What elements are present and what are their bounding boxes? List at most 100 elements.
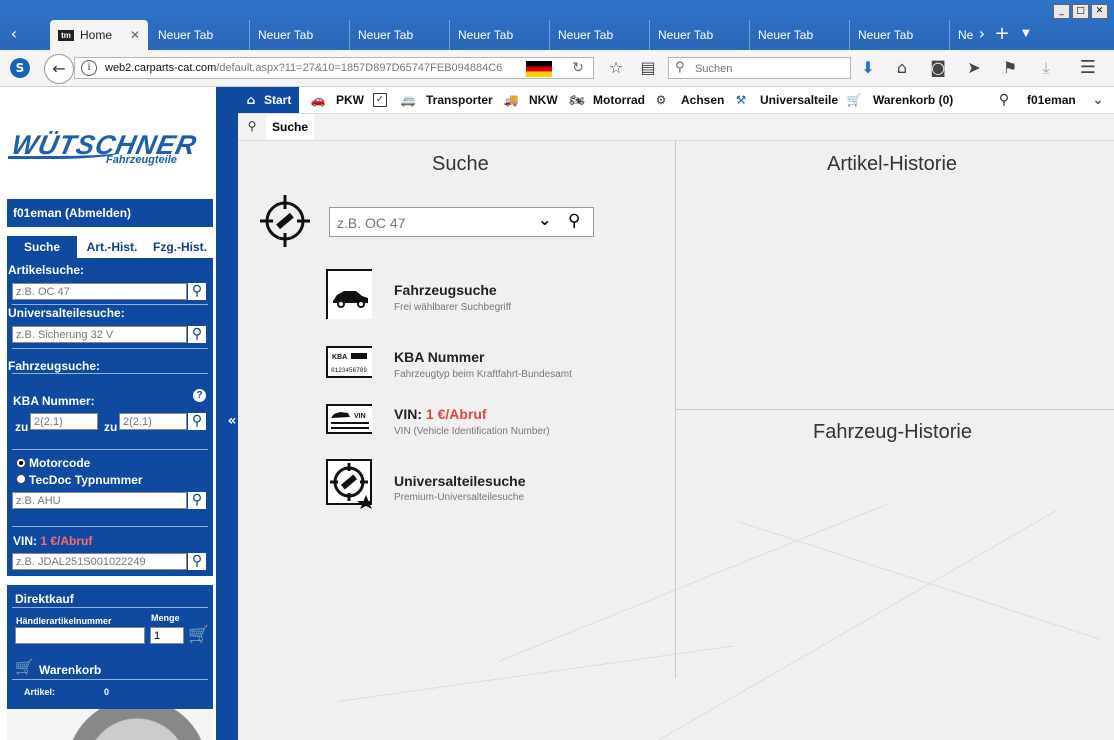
chevron-down-icon[interactable]: ⌄ (538, 210, 551, 229)
maximize-button[interactable]: □ (1072, 4, 1089, 19)
kba-nummer-title[interactable]: KBA Nummer (394, 349, 485, 365)
tab-neuer-tab[interactable]: Neuer Tab (250, 20, 350, 50)
separator (12, 526, 208, 527)
browser-search-input[interactable] (693, 59, 847, 79)
tab-label: Neuer Tab (658, 28, 714, 42)
vin-search-icon[interactable]: ⚲ (188, 553, 206, 570)
artikelsuche-search-icon[interactable]: ⚲ (188, 283, 206, 300)
sync-s-icon[interactable]: S (10, 58, 30, 78)
sub-tab-suche[interactable]: Suche (266, 114, 315, 140)
minimize-button[interactable]: _ (1053, 4, 1070, 19)
main-search-box[interactable]: ⌄ ⚲ (329, 207, 594, 237)
url-bar[interactable]: i web2.carparts-cat.com/default.aspx?11=… (74, 57, 594, 79)
separator (12, 449, 208, 450)
user-icon: ⚲ (998, 92, 1010, 108)
sidebar-tab-art-hist[interactable]: Art.-Hist. (79, 236, 145, 258)
motorcode-label: Motorcode (29, 456, 91, 470)
menu-transporter[interactable]: Transporter (426, 87, 493, 113)
help-icon[interactable]: ? (193, 389, 206, 402)
download-icon[interactable]: ⬇ (856, 56, 880, 80)
reader-icon[interactable]: ▤ (636, 56, 660, 80)
tab-scroll-left-icon[interactable]: ‹ (2, 18, 26, 50)
home-icon[interactable]: ⌂ (890, 56, 914, 80)
menu-nkw[interactable]: NKW (529, 87, 558, 113)
menu-start-label: Start (264, 93, 292, 107)
url-host: web2.carparts-cat.com (105, 62, 217, 74)
universalteilesuche-title[interactable]: Universalteilesuche (394, 473, 526, 489)
downloads-icon[interactable]: ⤓ (1034, 56, 1058, 80)
sidebar-tab-fzg-hist[interactable]: Fzg.-Hist. (147, 236, 213, 258)
logout-link[interactable]: (Abmelden) (65, 206, 131, 220)
vin-input[interactable] (12, 553, 187, 570)
tab-neuer-tab[interactable]: Neuer Tab (550, 20, 650, 50)
chevron-down-icon[interactable]: ⌄ (1090, 92, 1106, 108)
tab-neuer-tab[interactable]: Neuer Tab (650, 20, 750, 50)
kba-number-icon[interactable]: KBA 0123456789 (326, 345, 372, 395)
menu-warenkorb[interactable]: Warenkorb (0) (873, 87, 953, 113)
menu-icon[interactable]: ☰ (1076, 56, 1100, 80)
browser-search-bar[interactable]: ⚲ (668, 57, 851, 79)
haendlerartikelnummer-input[interactable] (15, 627, 145, 644)
universal-parts-icon: ⚒ (735, 93, 747, 107)
tab-list-dropdown-icon[interactable]: ▼ (1014, 18, 1038, 50)
browser-titlebar: _ □ ✕ ‹ tm Home ✕ Neuer Tab Neuer Tab Neu… (0, 0, 1114, 50)
kba-icon-digits: 0123456789 (331, 367, 367, 374)
back-icon[interactable]: ← (44, 54, 74, 84)
bg-line (737, 521, 1100, 640)
tab-neuer-tab[interactable]: Neuer Tab (750, 20, 850, 50)
universal-parts-search-icon[interactable] (326, 459, 372, 509)
menu-motorrad[interactable]: Motorrad (593, 87, 645, 113)
sidebar-tab-suche[interactable]: Suche (7, 236, 77, 258)
send-icon[interactable]: ➤ (962, 56, 986, 80)
new-tab-icon[interactable]: + (990, 18, 1014, 50)
vin-subtitle: VIN (Vehicle Identification Number) (394, 426, 550, 437)
flag-icon[interactable]: ⚑ (998, 56, 1022, 80)
main-search-input[interactable] (335, 212, 539, 234)
menu-pkw[interactable]: PKW (336, 87, 364, 113)
menu-start[interactable]: ⌂ Start (238, 87, 300, 113)
artikelsuche-input[interactable] (12, 283, 187, 300)
sidebar-tabs: Suche Art.-Hist. Fzg.-Hist. (7, 236, 213, 258)
car-search-icon[interactable] (326, 269, 372, 319)
tab-neuer-tab[interactable]: Neuer Tab (450, 20, 550, 50)
sidebar-search-panel: Artikelsuche: ⚲ Universalteilesuche: ⚲ F… (7, 258, 213, 576)
motorcode-search-icon[interactable]: ⚲ (188, 492, 206, 509)
url-text[interactable]: web2.carparts-cat.com/default.aspx?11=27… (105, 58, 575, 78)
kba-icon-text: KBA (332, 354, 347, 361)
kba-input-1[interactable] (30, 413, 98, 430)
motorcode-input[interactable] (12, 492, 187, 509)
universalteilesuche-search-icon[interactable]: ⚲ (188, 326, 206, 343)
universalteilesuche-input[interactable] (12, 326, 187, 343)
bg-line (497, 503, 888, 662)
menu-achsen[interactable]: Achsen (681, 87, 724, 113)
tab-neuer-tab[interactable]: Neuer Tab (350, 20, 450, 50)
suche-heading: Suche (432, 153, 489, 175)
tab-label: Neuer Tab (358, 28, 414, 42)
menu-user[interactable]: f01eman (1027, 87, 1076, 113)
reload-icon[interactable]: ↻ (568, 57, 588, 79)
radio-motorcode[interactable] (16, 458, 26, 468)
kba-label: KBA Nummer: (13, 394, 95, 408)
star-icon[interactable]: ☆ (604, 56, 628, 80)
add-to-cart-icon[interactable]: 🛒 (188, 625, 209, 645)
pocket-icon[interactable]: ◙ (926, 56, 950, 80)
search-icon[interactable]: ⚲ (568, 211, 580, 231)
tab-label: Neuer Tab (258, 28, 314, 42)
menu-universalteile[interactable]: Universalteile (760, 87, 838, 113)
vin-title[interactable]: VIN: 1 €/Abruf (394, 406, 487, 422)
tab-neuer-tab[interactable]: Neuer Tab (850, 20, 950, 50)
kba-input-2[interactable] (119, 413, 187, 430)
artikel-count: 0 (104, 687, 110, 697)
kba-search-icon[interactable]: ⚲ (188, 413, 206, 430)
tab-neuer-tab[interactable]: Neuer Tab (150, 20, 250, 50)
dropdown-check-icon[interactable]: ✓ (373, 93, 387, 107)
info-icon[interactable]: i (81, 60, 97, 76)
close-window-button[interactable]: ✕ (1091, 4, 1108, 19)
search-icon: ⚲ (247, 119, 257, 133)
fahrzeugsuche-title[interactable]: Fahrzeugsuche (394, 282, 497, 298)
menge-input[interactable] (150, 627, 184, 644)
radio-tecdoc[interactable] (16, 474, 26, 484)
tab-home[interactable]: tm Home ✕ (50, 20, 148, 50)
tab-close-icon[interactable]: ✕ (130, 20, 140, 50)
vin-icon[interactable]: VIN (326, 403, 372, 453)
